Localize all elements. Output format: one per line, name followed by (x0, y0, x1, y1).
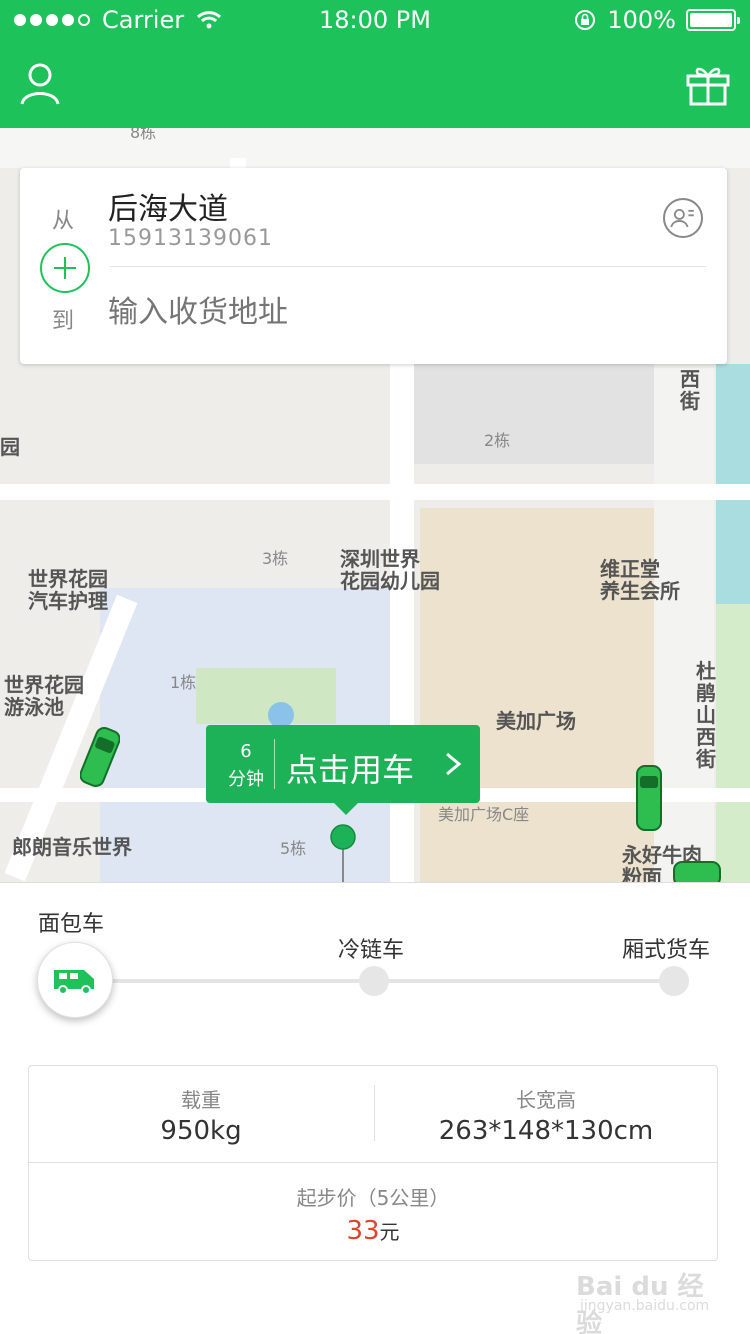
map-label-health-1: 维正堂 (600, 557, 660, 581)
map-label-road-1: 杜 (696, 659, 716, 683)
map-label-car-care-2: 汽车护理 (28, 589, 108, 613)
map-label-pool-2: 游泳池 (4, 695, 64, 719)
map-label-plaza-c: 美加广场C座 (438, 805, 530, 824)
plus-circle-icon[interactable] (40, 243, 90, 293)
map-label-pool-1: 世界花园 (4, 673, 84, 697)
map-label-bldg3: 3栋 (262, 549, 289, 568)
rotation-lock-icon (575, 10, 596, 30)
battery-percent: 100% (607, 6, 676, 34)
car-marker-icon (673, 861, 721, 882)
size-label: 长宽高 (516, 1088, 576, 1112)
map-label-kindergarten-2: 花园幼儿园 (340, 569, 440, 593)
map-label-car-care-1: 世界花园 (28, 567, 108, 591)
map-label-bldg1: 1栋 (170, 673, 197, 692)
battery-icon (686, 9, 740, 31)
map-label-road-2: 鹃 (696, 681, 716, 705)
slider-stop-cold-chain[interactable] (359, 966, 389, 996)
map-label-plaza: 美加广场 (496, 709, 576, 733)
map-label-bldg2: 2栋 (484, 431, 511, 450)
map-label-left-edge: 园 (0, 435, 20, 459)
car-marker-icon (636, 765, 662, 831)
gift-icon[interactable] (686, 64, 730, 106)
top-bar: Carrier 18:00 PM 100% (0, 0, 750, 128)
map-label-xijie-2: 街 (680, 389, 700, 413)
specs-horizontal-divider (28, 1162, 718, 1163)
map-label-road-5: 街 (696, 747, 716, 771)
address-divider (110, 266, 706, 267)
watermark-line2: jingyan.baidu.com (580, 1298, 710, 1314)
map-label-kindergarten-1: 深圳世界 (340, 547, 420, 571)
map-label-bldg8: 8栋 (130, 128, 157, 142)
base-price-unit: 元 (379, 1220, 400, 1244)
bubble-divider (274, 739, 275, 789)
slider-handle-van[interactable] (37, 942, 113, 1018)
load-value: 950kg (160, 1116, 242, 1146)
load-label: 载重 (181, 1088, 221, 1112)
base-price-value: 33 (346, 1216, 380, 1246)
size-value: 263*148*130cm (438, 1116, 654, 1146)
map-label-xijie-1: 西 (680, 367, 700, 391)
map-label-road-4: 西 (696, 725, 716, 749)
van-icon (54, 970, 94, 995)
base-price: 33元 (28, 1216, 718, 1246)
car-marker-icon (80, 727, 120, 787)
user-icon[interactable] (20, 62, 60, 106)
location-pin-icon (330, 824, 356, 882)
slider-stop-box-truck[interactable] (659, 966, 689, 996)
call-car-button[interactable]: 6 分钟 点击用车 (206, 725, 480, 815)
map-label-road-3: 山 (696, 703, 716, 727)
vehicle-option-van[interactable]: 面包车 (38, 906, 104, 938)
call-car-label: 点击用车 (286, 751, 415, 789)
base-price-label: 起步价（5公里） (296, 1186, 450, 1210)
status-right: 100% (573, 6, 740, 34)
vehicle-option-cold-chain[interactable]: 冷链车 (338, 932, 404, 964)
from-label: 从 (52, 209, 75, 234)
eta-value: 6 (240, 741, 252, 762)
vehicle-option-box-truck[interactable]: 厢式货车 (622, 932, 710, 964)
baidu-watermark: Bai du 经验 jingyan.baidu.com (576, 1266, 716, 1334)
contact-card-icon[interactable] (663, 198, 703, 238)
eta-unit: 分钟 (228, 769, 264, 790)
map-label-bldg5: 5栋 (280, 839, 307, 858)
status-bar: Carrier 18:00 PM 100% (0, 0, 750, 40)
from-address-title[interactable]: 后海大道 (108, 184, 228, 228)
to-label: 到 (52, 309, 75, 334)
map-label-beef-2: 粉面 (622, 865, 662, 882)
chevron-right-icon (446, 752, 462, 776)
map-label-health-2: 养生会所 (600, 579, 680, 603)
map-label-music: 郎朗音乐世界 (12, 835, 132, 859)
from-phone: 15913139061 (108, 226, 273, 251)
to-address-input[interactable] (108, 296, 668, 330)
